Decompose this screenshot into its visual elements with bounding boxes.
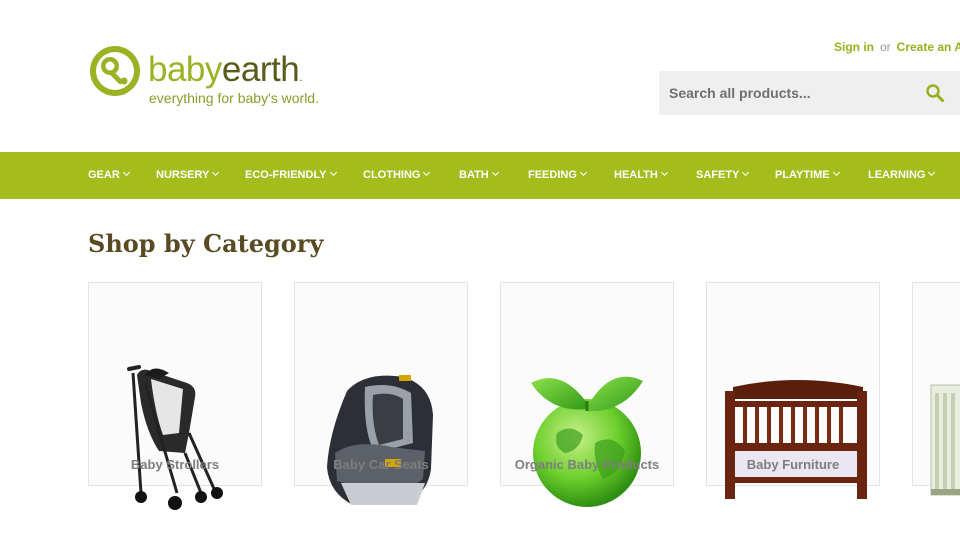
category-label: Organic Baby Products: [514, 457, 660, 472]
chevron-down-icon: [329, 168, 337, 177]
category-card-car-seats[interactable]: Baby Car Seats: [294, 282, 468, 505]
nav-eco-friendly[interactable]: ECO-FRIENDLY: [245, 152, 337, 199]
babyearth-logo[interactable]: babyearth. everything for baby's world.: [88, 44, 328, 110]
nav-bath[interactable]: BATH: [459, 152, 499, 199]
chevron-down-icon: [660, 168, 668, 177]
create-account-link[interactable]: Create an A: [897, 40, 960, 54]
search-input[interactable]: [669, 83, 909, 103]
site-header: babyearth. everything for baby's world. …: [0, 0, 960, 152]
green-globe-image: [531, 376, 643, 507]
category-label: Baby Car Seats: [333, 457, 429, 472]
nav-gear[interactable]: GEAR: [88, 152, 130, 199]
category-card-strollers[interactable]: Baby Strollers: [88, 282, 262, 510]
account-links: Sign in or Create an A: [834, 40, 960, 54]
sign-in-link[interactable]: Sign in: [834, 40, 874, 54]
chevron-down-icon: [579, 168, 587, 177]
chevron-down-icon: [491, 168, 499, 177]
search-bar: [659, 71, 960, 115]
nav-feeding[interactable]: FEEDING: [528, 152, 587, 199]
category-card-partial[interactable]: [912, 282, 960, 496]
category-card-furniture[interactable]: Baby Furniture: [706, 282, 880, 499]
or-text: or: [880, 40, 891, 54]
stroller-image: [127, 365, 223, 510]
nav-health[interactable]: HEALTH: [614, 152, 668, 199]
chevron-down-icon: [832, 168, 840, 177]
chevron-down-icon: [212, 168, 220, 177]
nav-safety[interactable]: SAFETY: [696, 152, 750, 199]
crib-image: [725, 380, 867, 499]
category-label: Baby Furniture: [746, 457, 840, 472]
nav-clothing[interactable]: CLOTHING: [363, 152, 431, 199]
nav-nursery[interactable]: NURSERY: [156, 152, 220, 199]
main-nav: GEAR NURSERY ECO-FRIENDLY CLOTHING BATH …: [0, 152, 960, 199]
search-icon[interactable]: [925, 83, 945, 103]
nav-learning[interactable]: LEARNING: [868, 152, 936, 199]
category-card-organic[interactable]: Organic Baby Products: [500, 282, 674, 507]
chevron-down-icon: [742, 168, 750, 177]
car-seat-image: [327, 375, 433, 505]
nav-playtime[interactable]: PLAYTIME: [775, 152, 840, 199]
nursery-furniture-image: [930, 384, 960, 496]
chevron-down-icon: [122, 168, 130, 177]
chevron-down-icon: [928, 168, 936, 177]
logo-tagline: everything for baby's world.: [149, 90, 319, 106]
rattle-logo-icon: [90, 46, 140, 96]
category-label: Baby Strollers: [130, 457, 220, 472]
section-heading: Shop by Category: [88, 229, 324, 258]
chevron-down-icon: [423, 168, 431, 177]
